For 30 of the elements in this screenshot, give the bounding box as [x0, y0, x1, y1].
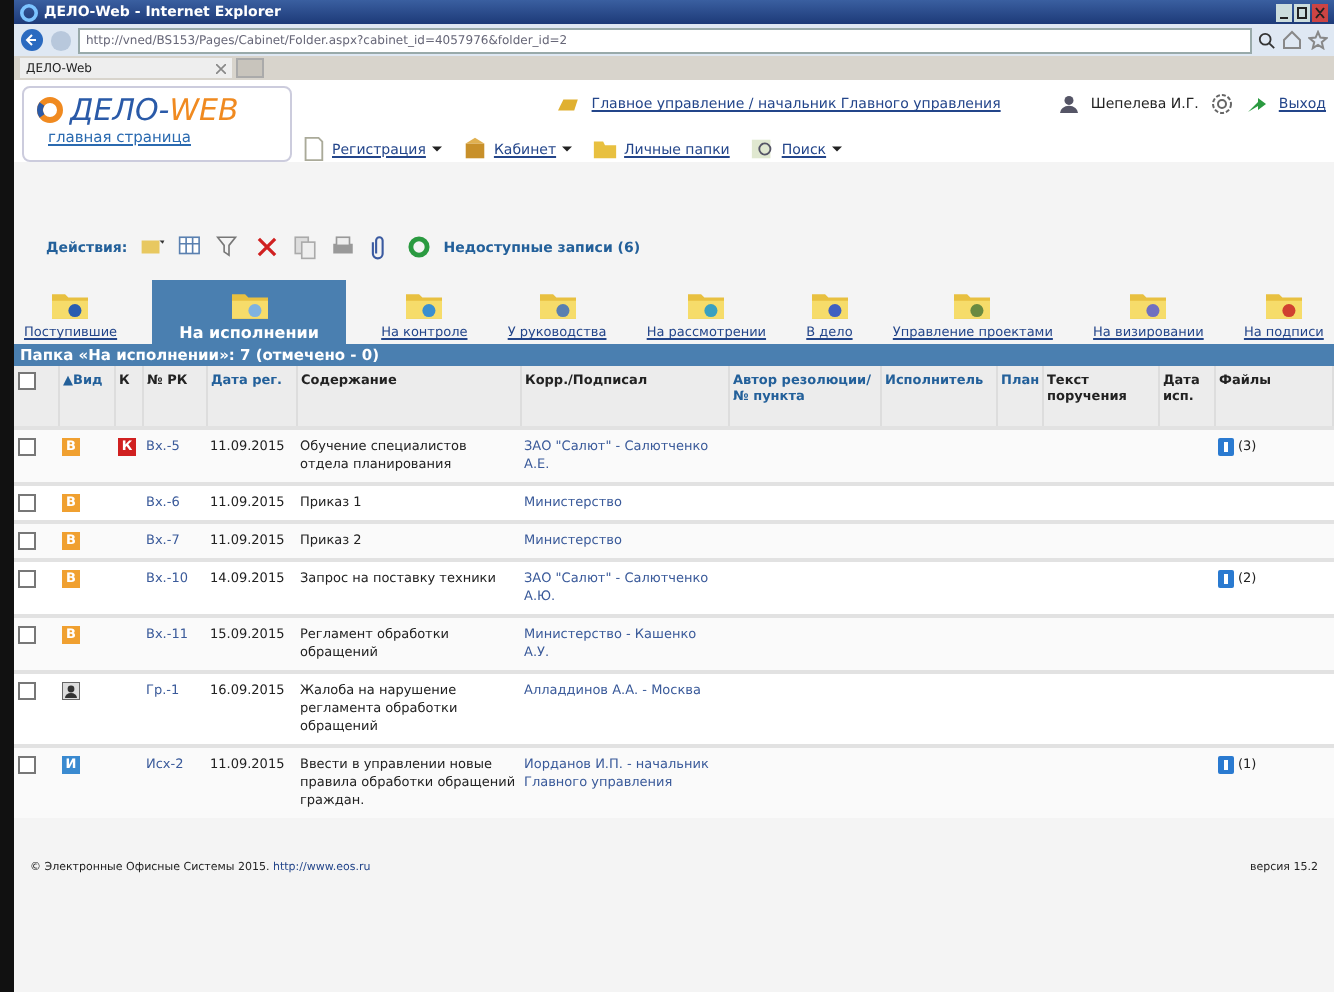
- row-checkbox[interactable]: [18, 682, 36, 700]
- row-checkbox[interactable]: [18, 626, 36, 644]
- folder-icon: [592, 136, 619, 162]
- box-icon: [461, 136, 488, 162]
- caret-icon[interactable]: [431, 146, 442, 152]
- caret-icon[interactable]: [832, 146, 843, 152]
- row-checkbox[interactable]: [18, 756, 36, 774]
- star-icon[interactable]: [1308, 30, 1328, 50]
- close-icon[interactable]: [216, 63, 226, 73]
- window-controls-icon[interactable]: [1276, 3, 1328, 21]
- file-icon[interactable]: [1218, 570, 1234, 588]
- ingot-icon: [553, 95, 580, 113]
- select-all-checkbox[interactable]: [18, 372, 36, 390]
- search-icon[interactable]: [1258, 31, 1276, 49]
- folder-tab[interactable]: На исполнении: [151, 280, 347, 344]
- filter-icon[interactable]: [215, 234, 242, 260]
- caret-icon[interactable]: [562, 146, 573, 152]
- print-icon[interactable]: [329, 234, 356, 260]
- file-icon[interactable]: [1218, 438, 1234, 456]
- table-icon[interactable]: [177, 234, 204, 260]
- exit-arrow-icon[interactable]: [1246, 94, 1267, 114]
- row-checkbox[interactable]: [18, 532, 36, 550]
- row-checkbox[interactable]: [18, 494, 36, 512]
- user-icon: [1060, 94, 1079, 114]
- settings-icon[interactable]: [1210, 92, 1235, 116]
- file-icon[interactable]: [1218, 756, 1234, 774]
- row-checkbox[interactable]: [18, 438, 36, 456]
- row-checkbox[interactable]: [18, 570, 36, 588]
- delete-icon[interactable]: [253, 234, 280, 260]
- back-icon[interactable]: [20, 28, 44, 52]
